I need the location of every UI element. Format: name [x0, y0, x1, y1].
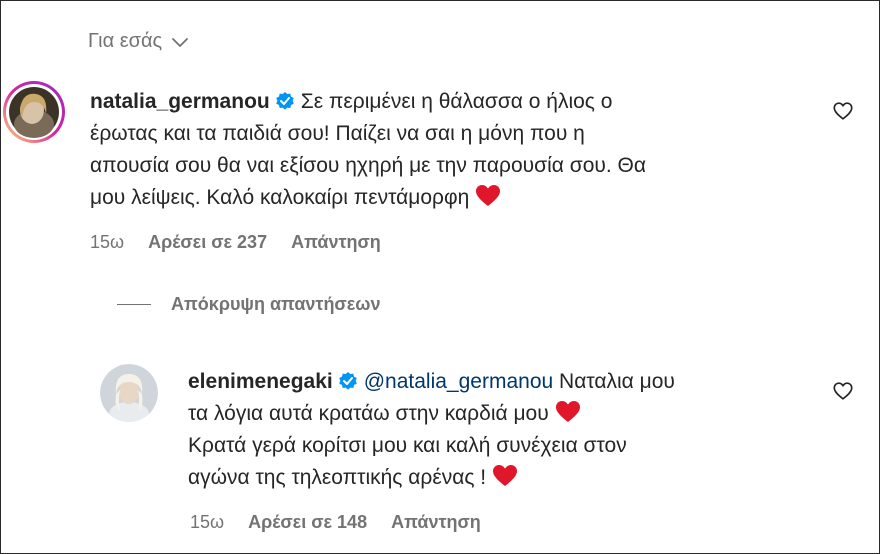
comment-meta: 15ω Αρέσει σε 237 Απάντηση	[90, 232, 381, 253]
reply-time: 15ω	[190, 512, 225, 532]
comment-time: 15ω	[90, 232, 125, 252]
chevron-down-icon	[172, 37, 189, 47]
avatar-image	[100, 364, 158, 422]
reply-meta: 15ω Αρέσει σε 148 Απάντηση	[190, 512, 481, 533]
hide-replies-button[interactable]: Απόκρυψη απαντήσεων	[117, 294, 381, 315]
avatar[interactable]	[2, 80, 66, 144]
reply-text: elenimenegaki @natalia_germanou Ναταλια μ…	[188, 366, 818, 494]
comment-sort-label: Για εσάς	[88, 30, 163, 52]
reply-username[interactable]: elenimenegaki	[188, 370, 333, 393]
reply-button[interactable]: Απάντηση	[291, 232, 381, 253]
likes-count-button[interactable]: Αρέσει σε 148	[248, 512, 367, 533]
comment-sort-dropdown[interactable]: Για εσάς	[88, 30, 190, 53]
red-heart-emoji-icon	[555, 401, 580, 422]
comment-line-4: μου λείψεις. Καλό καλοκαίρι πεντάμορφη	[90, 186, 470, 209]
reply-line-2: τα λόγια αυτά κρατάω στην καρδιά μου	[188, 402, 549, 425]
reply-button[interactable]: Απάντηση	[391, 512, 481, 533]
red-heart-emoji-icon	[493, 465, 518, 486]
hide-replies-label: Απόκρυψη απαντήσεων	[171, 294, 381, 314]
comment-line-1: Σε περιμένει η θάλασσα ο ήλιος ο	[300, 90, 613, 113]
mention-link[interactable]: @natalia_germanou	[364, 370, 553, 393]
reply-line-4: αγώνα της τηλεοπτικής αρένας !	[188, 466, 487, 489]
replies-divider-line	[117, 304, 151, 305]
story-ring-avatar-image	[3, 81, 65, 143]
avatar[interactable]	[100, 364, 158, 422]
comment-line-3: απουσία σου θα ναι εξίσου ηχηρή με την π…	[90, 154, 646, 177]
comment-username[interactable]: natalia_germanou	[90, 90, 270, 113]
comment-text: natalia_germanou Σε περιμένει η θάλασσα ο…	[90, 86, 810, 214]
verified-badge-icon	[275, 92, 294, 110]
reply-line-3: Κρατά γερά κορίτσι μου και καλή συνέχεια…	[188, 434, 627, 457]
reply-line-1: Ναταλια μου	[559, 370, 675, 393]
red-heart-emoji-icon	[476, 185, 501, 206]
heart-icon[interactable]	[832, 100, 854, 122]
comment-line-2: έρωτας και τα παιδιά σου! Παίζει να σαι …	[90, 122, 585, 145]
likes-count-button[interactable]: Αρέσει σε 237	[148, 232, 267, 253]
heart-icon[interactable]	[832, 380, 854, 402]
verified-badge-icon	[338, 372, 357, 390]
